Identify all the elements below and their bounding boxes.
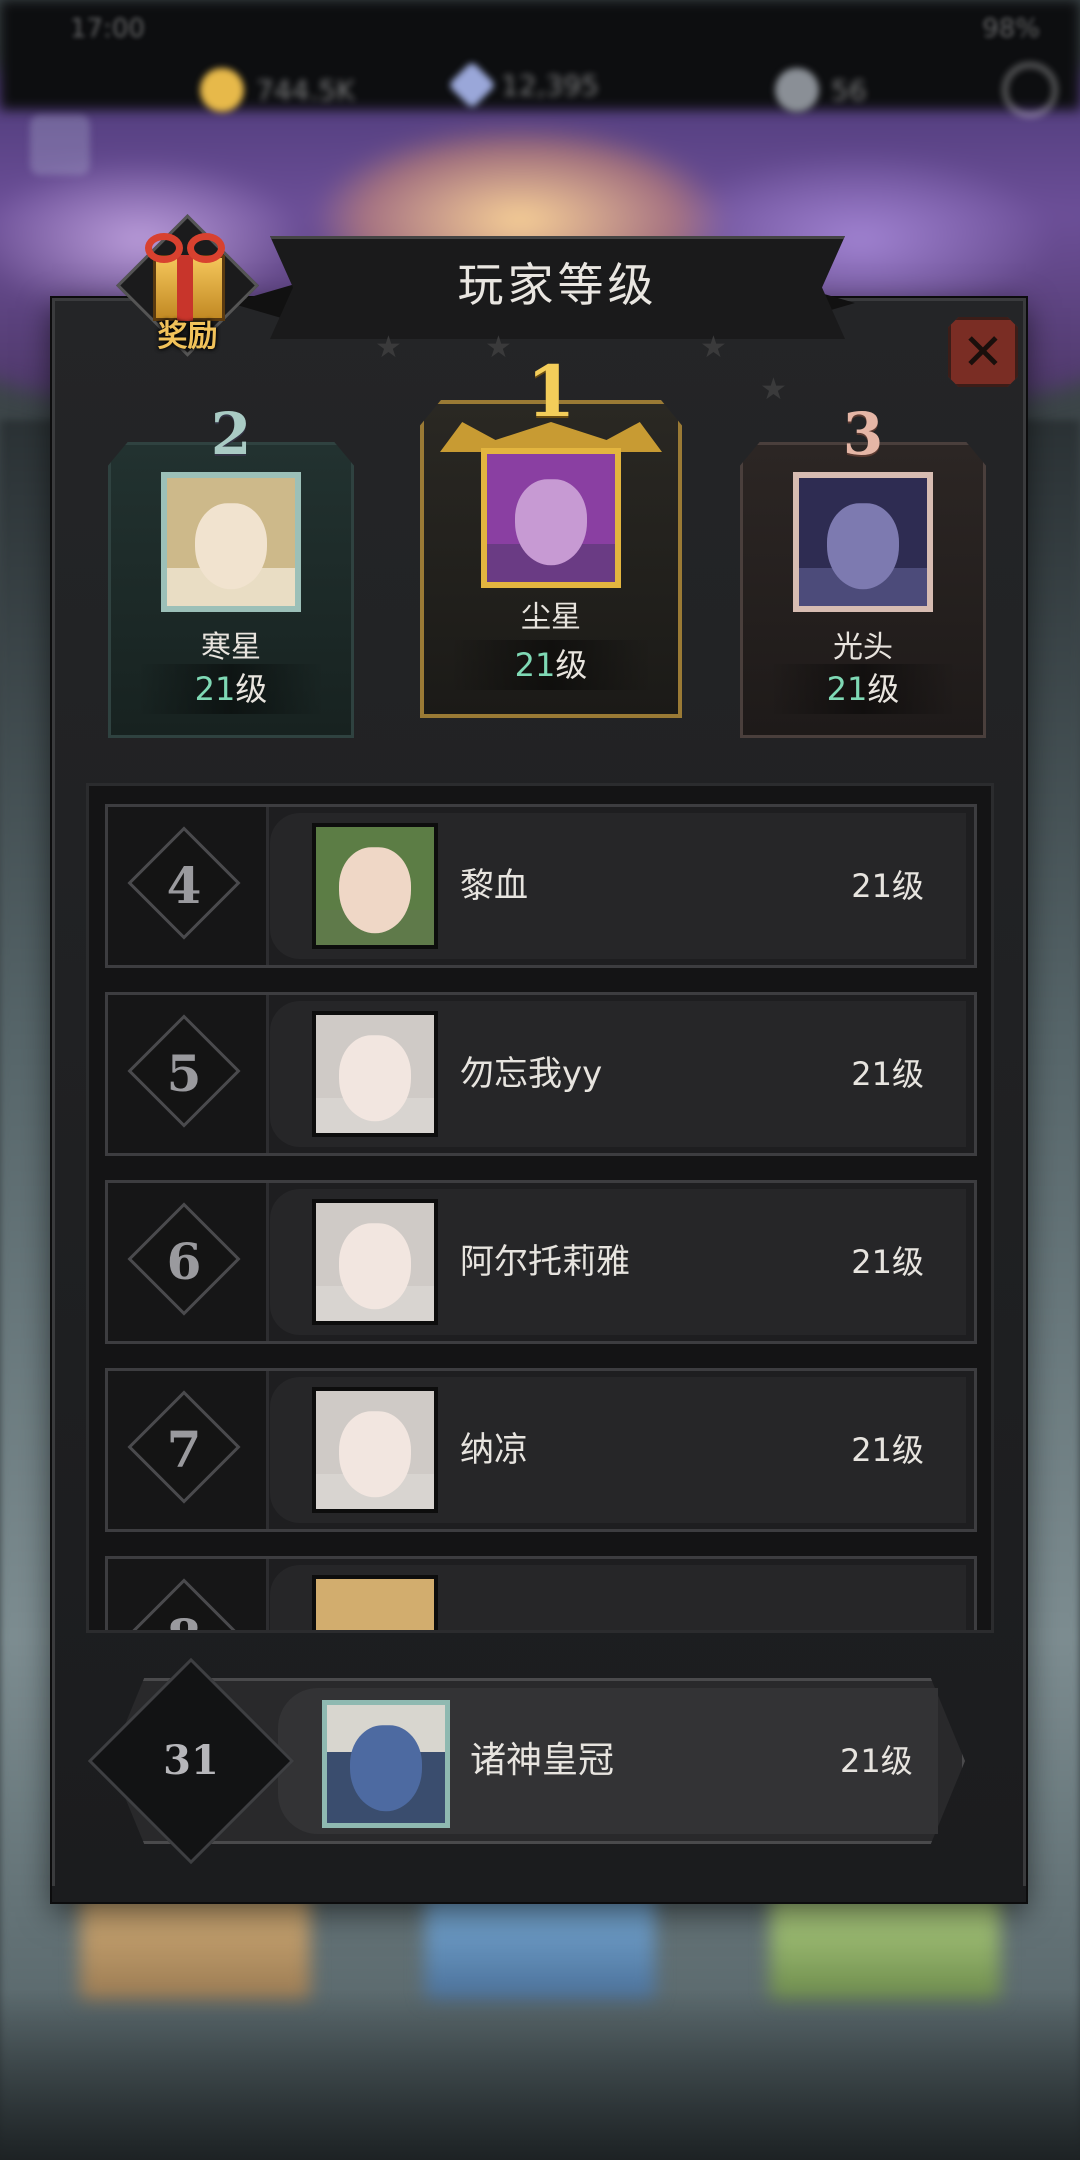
my-rank-number: 31 [163,1737,219,1784]
player-avatar [312,1011,438,1137]
avatar-face [195,503,267,590]
avatar-face [339,1411,411,1498]
rank-number: 7 [166,1420,202,1479]
avatar-face [515,479,587,566]
gem-icon [447,60,497,110]
player-name: 光头 [833,630,893,665]
rank-number: 6 [166,1232,202,1291]
player-avatar [481,448,621,588]
player-avatar [312,1575,438,1630]
gold-resource: 744.5K [200,68,355,112]
avatar-face [339,847,411,934]
my-name: 诸神皇冠 [470,1740,615,1781]
player-name: 阿尔托莉雅 [460,1242,630,1282]
avatar-face [339,1223,411,1310]
level-number: 21 [826,670,868,708]
player-avatar [312,823,438,949]
rank-number: 5 [166,1044,202,1103]
player-avatar [793,472,933,612]
ranking-row[interactable]: 7 纳凉 21级 [105,1368,977,1532]
menu-icon [30,115,90,175]
stamina-resource: 56 [775,68,867,112]
panel-footer [52,1886,1026,1902]
rank-medal: 1 [526,350,576,433]
ranking-row[interactable]: 5 勿忘我yy 21级 [105,992,977,1156]
ranking-row[interactable]: 6 阿尔托莉雅 21级 [105,1180,977,1344]
gem-resource: 12,395 [447,60,599,110]
background-shadow [0,1990,1080,2160]
player-level: 21级 [851,1431,924,1469]
podium-rank-2[interactable]: 2 寒星 21级 [108,400,354,738]
avatar-hair [316,1579,434,1630]
reward-label: 奖励 [157,319,218,354]
gold-amount: 744.5K [256,73,355,107]
stamina-icon [775,68,819,112]
resource-bar: 744.5K 12,395 56 [0,50,1080,175]
player-name: 勿忘我yy [460,1054,603,1094]
player-level: 21级 [770,664,956,714]
ranking-list[interactable]: 4 黎血 21级 5 勿忘我yy 21级 6 阿尔托莉雅 21级 7 纳凉 21… [86,783,994,1633]
gem-amount: 12,395 [501,68,599,102]
rank-number: 8 [108,1559,260,1630]
status-battery: 98% [982,14,1040,44]
level-unit: 级 [867,670,900,708]
stamina-amount: 56 [831,73,867,107]
player-level: 21级 [138,664,324,714]
player-avatar [161,472,301,612]
reward-button[interactable]: 奖励 [115,214,260,357]
player-name: 黎血 [460,866,528,906]
my-level: 21级 [840,1742,913,1780]
avatar-face [827,503,899,590]
background-tab-1 [80,1890,310,2000]
close-icon: ✕ [962,323,1004,381]
my-avatar [322,1700,450,1828]
player-name: 尘星 [521,600,581,635]
player-avatar [312,1387,438,1513]
star-ornament-icon: ★ [760,372,787,407]
star-ornament-icon: ★ [700,330,727,365]
player-name: 寒星 [201,630,261,665]
background-tab-2 [425,1890,655,2000]
player-level: 21级 [851,1243,924,1281]
gear-icon [1002,62,1058,118]
level-unit: 级 [235,670,268,708]
podium-rank-1[interactable]: 1 尘星 21级 [420,350,682,718]
level-number: 21 [194,670,236,708]
close-button[interactable]: ✕ [948,317,1018,387]
ranking-row[interactable]: 4 黎血 21级 [105,804,977,968]
star-ornament-icon: ★ [485,330,512,365]
avatar-face [350,1725,422,1812]
dialog-title: 玩家等级 [457,258,658,312]
player-name: 纳凉 [460,1430,528,1470]
level-number: 21 [514,646,556,684]
player-avatar [312,1199,438,1325]
player-level: 21级 [851,1055,924,1093]
rank-medal: 2 [210,400,252,468]
gold-coin-icon [200,68,244,112]
rank-number: 4 [166,856,202,915]
podium-rank-3[interactable]: 3 光头 21级 [740,400,986,738]
gift-bow-icon [145,233,225,267]
player-level: 21级 [851,867,924,905]
background-tab-3 [770,1890,1000,2000]
ranking-row[interactable]: 8 [105,1556,977,1630]
player-level: 21级 [450,640,652,690]
star-ornament-icon: ★ [375,330,402,365]
level-unit: 级 [555,646,588,684]
avatar-face [339,1035,411,1122]
status-time: 17:00 [70,14,145,44]
rank-medal: 3 [842,400,884,468]
